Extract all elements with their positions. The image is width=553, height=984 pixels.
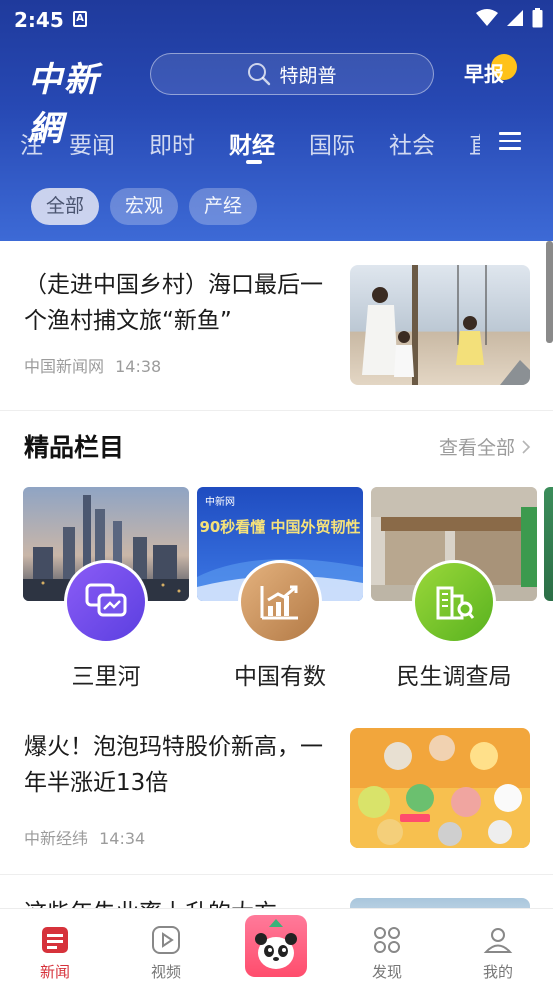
- chevron-right-icon: [522, 440, 531, 454]
- news-thumbnail: [350, 265, 530, 385]
- profile-icon: [483, 928, 513, 953]
- nav-video[interactable]: 视频: [126, 919, 206, 982]
- subtab-macro[interactable]: 宏观: [110, 188, 179, 225]
- column-label: 民生调查局: [396, 664, 512, 690]
- building-search-icon: [436, 586, 475, 620]
- notification-icon: A: [73, 11, 87, 27]
- news-thumbnail: [350, 898, 530, 908]
- news-time: 14:38: [115, 357, 162, 376]
- news-meta: 中国新闻网 14:38: [24, 353, 161, 377]
- video-icon: [152, 926, 180, 954]
- search-bar[interactable]: 特朗普: [150, 53, 434, 95]
- column-label: 三里河: [71, 664, 141, 690]
- column-circle: [238, 560, 322, 644]
- nav-discover[interactable]: 发现: [347, 919, 427, 982]
- column-card-partial[interactable]: [544, 487, 553, 601]
- discover-icon: [374, 927, 400, 953]
- nav-profile[interactable]: 我的: [458, 919, 538, 982]
- news-item[interactable]: 爆火！泡泡玛特股价新高，一年半涨近13倍 中新经纬 14:34: [0, 711, 553, 875]
- subtab-all[interactable]: 全部: [31, 188, 100, 225]
- bar-chart-trend-icon: [260, 585, 298, 620]
- thumb-caption: 90秒看懂 中国外贸韧性: [199, 518, 361, 536]
- section-title: 精品栏目: [24, 433, 125, 462]
- bottom-nav: 新闻 视频 发现 我的: [0, 908, 553, 984]
- column-card-china-data[interactable]: 中新网 90秒看懂 中国外贸韧性 中国有数: [197, 487, 363, 690]
- news-meta: 中新经纬 14:34: [24, 825, 145, 849]
- column-card-sanlihe[interactable]: 三里河: [23, 487, 189, 690]
- channel-tabs: 注 要闻 即时 财经 国际 社会 直: [0, 122, 480, 166]
- wifi-icon: [476, 9, 498, 26]
- tab-partial-right[interactable]: 直: [469, 126, 480, 160]
- search-placeholder: 特朗普: [279, 64, 337, 87]
- news-thumbnail: [350, 728, 530, 848]
- column-circle: [64, 560, 148, 644]
- status-bar: 2:45 A: [0, 0, 553, 38]
- finance-subtabs: 全部 宏观 产经: [31, 188, 258, 225]
- nav-label: 我的: [482, 963, 513, 981]
- news-title: 这些年失业率上升的大方: [24, 895, 334, 908]
- search-icon: [248, 63, 271, 86]
- news-time: 14:34: [99, 829, 146, 848]
- news-title: 爆火！泡泡玛特股价新高，一年半涨近13倍: [24, 734, 323, 796]
- column-card-livelihood-survey[interactable]: 民生调查局: [371, 487, 537, 690]
- thumb-logo: 中新网: [205, 497, 235, 508]
- channel-menu-icon[interactable]: [499, 132, 521, 150]
- panda-button[interactable]: [245, 915, 307, 977]
- app-logo: 中新網: [28, 60, 100, 149]
- morning-brief-label: 早报: [464, 62, 504, 86]
- tab-society[interactable]: 社会: [389, 126, 435, 160]
- tab-instant[interactable]: 即时: [149, 126, 195, 160]
- active-tab-indicator: [246, 160, 262, 164]
- status-time: 2:45: [14, 8, 64, 32]
- news-item[interactable]: 这些年失业率上升的大方: [0, 875, 553, 908]
- tab-international[interactable]: 国际: [309, 126, 355, 160]
- signal-icon: [507, 10, 523, 26]
- news-title: （走进中国乡村）海口最后一个渔村捕文旅“新鱼”: [24, 272, 323, 334]
- news-feed[interactable]: （走进中国乡村）海口最后一个渔村捕文旅“新鱼” 中国新闻网 14:38 精品栏目…: [0, 241, 553, 908]
- nav-label: 新闻: [39, 963, 70, 981]
- news-icon: [42, 927, 68, 953]
- chat-bubbles-icon: [85, 583, 127, 617]
- panda-icon: [255, 919, 297, 969]
- nav-label: 视频: [150, 963, 181, 981]
- tab-finance[interactable]: 财经: [229, 126, 275, 160]
- tab-partial-left[interactable]: 注: [20, 126, 43, 160]
- battery-icon: [532, 8, 543, 28]
- column-label: 中国有数: [234, 664, 326, 690]
- system-icons: [476, 8, 543, 28]
- view-all-label: 查看全部: [438, 437, 515, 459]
- view-all-link[interactable]: 查看全部: [439, 433, 531, 460]
- morning-brief-button[interactable]: 早报: [464, 54, 534, 98]
- header: 2:45 A 中新網 特朗普 早报 注 要闻 即时 财经 国际 社会 直 全部 …: [0, 0, 553, 241]
- nav-label: 发现: [371, 963, 402, 981]
- tab-headlines[interactable]: 要闻: [69, 126, 115, 160]
- nav-news[interactable]: 新闻: [15, 919, 95, 982]
- news-source: 中新经纬: [24, 829, 89, 848]
- news-item[interactable]: （走进中国乡村）海口最后一个渔村捕文旅“新鱼” 中国新闻网 14:38: [0, 241, 553, 411]
- news-source: 中国新闻网: [24, 357, 105, 376]
- column-circle: [412, 560, 496, 644]
- subtab-industry[interactable]: 产经: [189, 188, 258, 225]
